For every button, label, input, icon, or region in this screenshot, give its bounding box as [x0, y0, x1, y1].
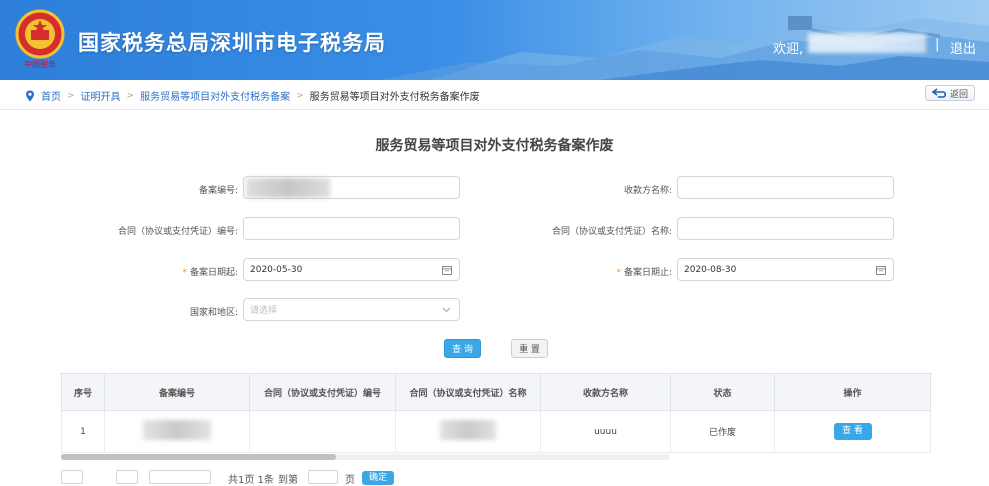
- record-no-redacted: [246, 178, 330, 198]
- top-banner: 中国税务 国家税务总局深圳市电子税务局 欢迎, | 退出: [0, 0, 989, 80]
- pager-go-button[interactable]: 确定: [362, 471, 394, 485]
- required-mark: *: [616, 268, 621, 278]
- date-to-label: * 备案日期止:: [584, 265, 672, 278]
- return-arrow-icon: [931, 88, 947, 98]
- breadcrumb-bar: 首页 > 证明开具 > 服务贸易等项目对外支付税务备案 > 服务贸易等项目对外支…: [0, 80, 989, 110]
- back-button[interactable]: 返回: [925, 85, 975, 101]
- form-title: 服务贸易等项目对外支付税务备案作废: [375, 138, 614, 154]
- cell-index: 1: [61, 410, 105, 453]
- pager-size-select[interactable]: [149, 470, 211, 484]
- pager-total: 共1页 1条: [228, 475, 274, 486]
- breadcrumb-certificate[interactable]: 证明开具: [81, 88, 121, 103]
- contract-no-label: 合同（协议或支付凭证）编号:: [117, 227, 238, 237]
- payee-name-input[interactable]: [677, 176, 894, 199]
- payee-name-label: 收款方名称:: [623, 186, 672, 196]
- tax-bureau-emblem-icon: 中国税务: [15, 9, 65, 69]
- country-placeholder: 请选择: [250, 306, 278, 316]
- breadcrumb-current: 服务贸易等项目对外支付税务备案作废: [309, 92, 480, 103]
- breadcrumb-service-trade-record[interactable]: 服务贸易等项目对外支付税务备案: [140, 88, 290, 103]
- pager-prev-button[interactable]: [61, 470, 83, 484]
- cell-contract-name: [395, 410, 541, 453]
- contract-name-label: 合同（协议或支付凭证）名称:: [551, 227, 672, 237]
- contract-name-input[interactable]: [677, 217, 894, 240]
- scrollbar-thumb[interactable]: [61, 454, 336, 460]
- column-header-status: 状态: [670, 373, 775, 411]
- breadcrumb-separator-icon: >: [126, 90, 135, 101]
- reset-button[interactable]: 重 置: [511, 339, 548, 358]
- column-header-contract-no: 合同（协议或支付凭证）编号: [249, 373, 396, 411]
- calendar-icon[interactable]: [442, 265, 452, 275]
- table-row: 1 uuuu 已作废 查 看: [61, 410, 931, 453]
- column-header-index: 序号: [61, 373, 105, 411]
- date-to-value: 2020-08-30: [684, 264, 737, 275]
- cell-status: 已作废: [670, 410, 775, 453]
- breadcrumb-separator-icon: >: [296, 90, 304, 101]
- breadcrumb: 首页 > 证明开具 > 服务贸易等项目对外支付税务备案 > 服务贸易等项目对外支…: [24, 88, 480, 103]
- contract-name-redacted: [440, 420, 496, 440]
- query-button[interactable]: 查 询: [444, 339, 481, 358]
- date-from-label: * 备案日期起:: [150, 265, 238, 278]
- table-header-row: 序号 备案编号 合同（协议或支付凭证）编号 合同（协议或支付凭证）名称 收款方名…: [61, 373, 931, 411]
- column-header-contract-name: 合同（协议或支付凭证）名称: [395, 373, 541, 411]
- back-label: 返回: [949, 89, 968, 100]
- results-table: 序号 备案编号 合同（协议或支付凭证）编号 合同（协议或支付凭证）名称 收款方名…: [61, 373, 931, 453]
- username-redacted: [808, 33, 926, 53]
- column-header-action: 操作: [774, 373, 931, 411]
- header-separator: |: [935, 37, 940, 52]
- site-title: 国家税务总局深圳市电子税务局: [78, 31, 386, 55]
- country-select[interactable]: 请选择: [243, 298, 460, 321]
- welcome-text: 欢迎,: [773, 42, 804, 57]
- column-header-record-no: 备案编号: [104, 373, 250, 411]
- cell-action: 查 看: [774, 410, 931, 453]
- cell-payee: uuuu: [540, 410, 671, 453]
- date-from-value: 2020-05-30: [250, 264, 303, 275]
- date-from-label-text: 备案日期起:: [189, 268, 238, 278]
- date-from-picker[interactable]: 2020-05-30: [243, 258, 460, 281]
- column-header-payee: 收款方名称: [540, 373, 671, 411]
- breadcrumb-separator-icon: >: [67, 90, 75, 101]
- pager-next-button[interactable]: [116, 470, 138, 484]
- chevron-down-icon: [442, 307, 451, 313]
- record-no-redacted: [143, 420, 211, 440]
- date-to-label-text: 备案日期止:: [623, 268, 672, 278]
- cell-record-no: [104, 410, 250, 453]
- pager-goto-label: 到第: [278, 475, 298, 486]
- cell-contract-no: [249, 410, 396, 453]
- pager-goto-input[interactable]: [308, 470, 338, 484]
- required-mark: *: [182, 268, 187, 278]
- date-to-picker[interactable]: 2020-08-30: [677, 258, 894, 281]
- country-label: 国家和地区:: [189, 308, 238, 318]
- pager-page-unit: 页: [345, 475, 355, 486]
- breadcrumb-home[interactable]: 首页: [41, 88, 61, 103]
- location-pin-icon: [26, 90, 34, 101]
- logout-link[interactable]: 退出: [950, 38, 976, 57]
- record-no-label: 备案编号:: [198, 186, 238, 196]
- horizontal-scrollbar[interactable]: [61, 454, 669, 460]
- svg-text:中国税务: 中国税务: [24, 59, 56, 69]
- contract-no-input[interactable]: [243, 217, 460, 240]
- calendar-icon[interactable]: [876, 265, 886, 275]
- view-button[interactable]: 查 看: [833, 423, 872, 440]
